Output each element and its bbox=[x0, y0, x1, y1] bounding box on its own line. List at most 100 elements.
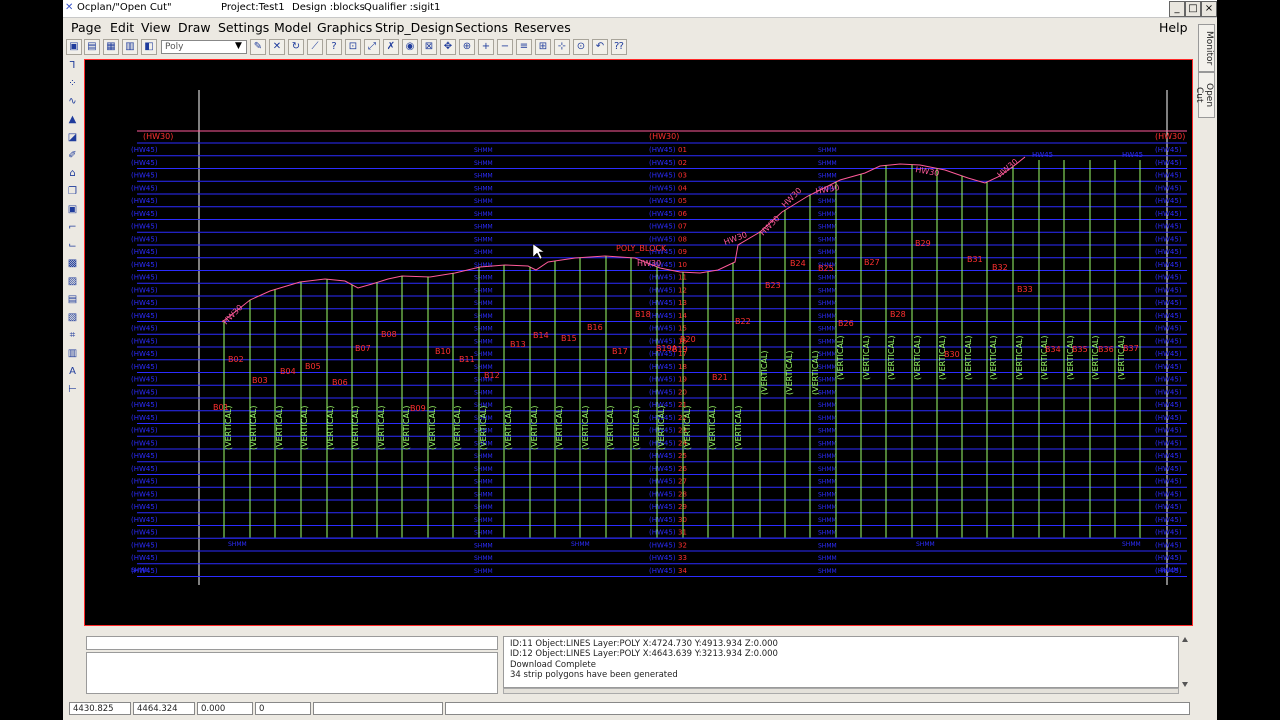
swab-tag: SHMM bbox=[818, 249, 837, 256]
help-pointer-icon[interactable]: ⁇ bbox=[611, 39, 627, 55]
vertical-label: (VERTICAL) bbox=[964, 335, 973, 380]
swab-tag: SHMM bbox=[818, 364, 837, 371]
chevron-down-icon[interactable]: ▼ bbox=[235, 41, 242, 51]
close-button[interactable]: × bbox=[1201, 1, 1217, 17]
strip-tool-icon[interactable]: ▩ bbox=[65, 256, 80, 271]
row-number: 05 bbox=[678, 197, 687, 205]
polyline-tool-icon[interactable]: ∿ bbox=[65, 94, 80, 109]
area-tool-icon[interactable]: ▧ bbox=[65, 310, 80, 325]
contour-tool-icon[interactable]: ◪ bbox=[65, 130, 80, 145]
vertical-label: (VERTICAL) bbox=[836, 335, 845, 380]
block-label: B01 bbox=[213, 403, 229, 412]
measure-tool-icon[interactable]: ⊢ bbox=[65, 382, 80, 397]
swab-tag: SHMM bbox=[818, 351, 837, 358]
menu-view[interactable]: View bbox=[141, 20, 171, 35]
swab-tag: SHMM bbox=[474, 555, 493, 562]
delete-icon[interactable]: ✗ bbox=[383, 39, 399, 55]
redraw-icon[interactable]: ⊞ bbox=[535, 39, 551, 55]
menu-model[interactable]: Model bbox=[274, 20, 312, 35]
trim-tool-icon[interactable]: ⌙ bbox=[65, 238, 80, 253]
open-folder-icon[interactable]: ▤ bbox=[84, 39, 100, 55]
drawing-canvas[interactable]: (HW30) (HW30) (HW30) (HW45) (HW45) (HW45) 01 SH… bbox=[84, 59, 1193, 626]
row-tag-left: (HW45) bbox=[131, 274, 158, 282]
menu-help[interactable]: Help bbox=[1159, 20, 1188, 35]
status-z: 0.000 bbox=[197, 702, 253, 715]
copy-tool-icon[interactable]: ❐ bbox=[65, 184, 80, 199]
layer-color-icon[interactable]: ◧ bbox=[141, 39, 157, 55]
menu-draw[interactable]: Draw bbox=[178, 20, 211, 35]
undo-icon[interactable]: ↶ bbox=[592, 39, 608, 55]
row-tag-mid: (HW45) bbox=[649, 274, 676, 282]
row-tag-right: (HW45) bbox=[1155, 529, 1182, 537]
prompt-field[interactable] bbox=[86, 636, 498, 650]
snap-icon[interactable]: ⊹ bbox=[554, 39, 570, 55]
draw-tool-icon[interactable]: ✐ bbox=[65, 148, 80, 163]
mesh-tool-icon[interactable]: ⌗ bbox=[65, 328, 80, 343]
swab-tag: SHMM bbox=[818, 530, 837, 537]
target-icon[interactable]: ⊙ bbox=[573, 39, 589, 55]
menu-edit[interactable]: Edit bbox=[110, 20, 134, 35]
hw30-label-mid: (HW30) bbox=[649, 132, 679, 141]
block-label: B06 bbox=[332, 378, 348, 387]
console-line: ID:12 Object:LINES Layer:POLY X:4643.639… bbox=[510, 649, 778, 660]
stack-icon[interactable]: ▥ bbox=[122, 39, 138, 55]
menu-sections[interactable]: Sections bbox=[455, 20, 508, 35]
menu-settings[interactable]: Settings bbox=[218, 20, 269, 35]
swab-tag: SHMM bbox=[818, 173, 837, 180]
swab-tag: SHMM bbox=[818, 491, 837, 498]
label-tool-icon[interactable]: A bbox=[65, 364, 80, 379]
text-tool-icon[interactable]: Ꞁ bbox=[65, 58, 80, 73]
menu-strip-design[interactable]: Strip_Design bbox=[375, 20, 454, 35]
fill-tool-icon[interactable]: ▨ bbox=[65, 274, 80, 289]
menu-page[interactable]: Page bbox=[71, 20, 101, 35]
row-tag-left: (HW45) bbox=[131, 439, 158, 447]
zoom-in-icon[interactable]: + bbox=[478, 39, 494, 55]
block-label: B17 bbox=[612, 347, 628, 356]
surface-tool-icon[interactable]: ▲ bbox=[65, 112, 80, 127]
erase-icon[interactable]: ✕ bbox=[269, 39, 285, 55]
zoom-out-icon[interactable]: − bbox=[497, 39, 513, 55]
pattern-tool-icon[interactable]: ▤ bbox=[65, 292, 80, 307]
zoom-window-icon[interactable]: ⊠ bbox=[421, 39, 437, 55]
pencil-icon[interactable]: ✎ bbox=[250, 39, 266, 55]
layers-icon[interactable]: ▦ bbox=[103, 39, 119, 55]
open-page-icon[interactable]: ▣ bbox=[66, 39, 82, 55]
row-tag-mid: (HW45) bbox=[649, 516, 676, 524]
minimize-button[interactable]: _ bbox=[1169, 1, 1185, 17]
swab-tag: SHMM bbox=[474, 300, 493, 307]
console-scrollbar[interactable] bbox=[1180, 636, 1190, 688]
row-tag-left: (HW45) bbox=[131, 172, 158, 180]
eye-icon[interactable]: ◉ bbox=[402, 39, 418, 55]
app-icon: ✕ bbox=[65, 2, 74, 13]
vertical-label: (VERTICAL) bbox=[887, 335, 896, 380]
console-hscrollbar[interactable] bbox=[503, 688, 1179, 694]
move-icon[interactable]: ⤢ bbox=[364, 39, 380, 55]
row-number: 01 bbox=[678, 146, 687, 154]
block-label: B09 bbox=[410, 404, 426, 413]
pan-icon[interactable]: ✥ bbox=[440, 39, 456, 55]
tab-open-cut[interactable]: Open Cut bbox=[1194, 72, 1215, 118]
menu-graphics[interactable]: Graphics bbox=[317, 20, 372, 35]
tab-monitor[interactable]: Monitor bbox=[1198, 24, 1215, 72]
block-label: B05 bbox=[305, 362, 321, 371]
menu-reserves[interactable]: Reserves bbox=[514, 20, 571, 35]
right-panel: Monitor Open Cut bbox=[1194, 18, 1217, 718]
row-tag-right: (HW45) bbox=[1155, 376, 1182, 384]
points-tool-icon[interactable]: ⁘ bbox=[65, 76, 80, 91]
select-icon[interactable]: ⊡ bbox=[345, 39, 361, 55]
swab-tag: SHMM bbox=[818, 402, 837, 409]
report-tool-icon[interactable]: ▥ bbox=[65, 346, 80, 361]
corner-tool-icon[interactable]: ⌐ bbox=[65, 220, 80, 235]
block-tool-icon[interactable]: ▣ bbox=[65, 202, 80, 217]
zoom-all-icon[interactable]: ⊕ bbox=[459, 39, 475, 55]
grid-icon[interactable]: ≡ bbox=[516, 39, 532, 55]
query-icon[interactable]: ? bbox=[326, 39, 342, 55]
block-label: B27 bbox=[864, 258, 880, 267]
rotate-icon[interactable]: ↻ bbox=[288, 39, 304, 55]
maximize-button[interactable]: □ bbox=[1185, 1, 1201, 17]
lock-tool-icon[interactable]: ⌂ bbox=[65, 166, 80, 181]
row-tag-mid: (HW45) bbox=[649, 452, 676, 460]
graph-icon[interactable]: ⟋ bbox=[307, 39, 323, 55]
drawing-svg[interactable]: (HW30) (HW30) (HW30)(HW45) (HW45)(HW45) 01SH… bbox=[85, 60, 1192, 625]
vertical-label: (VERTICAL) bbox=[862, 335, 871, 380]
